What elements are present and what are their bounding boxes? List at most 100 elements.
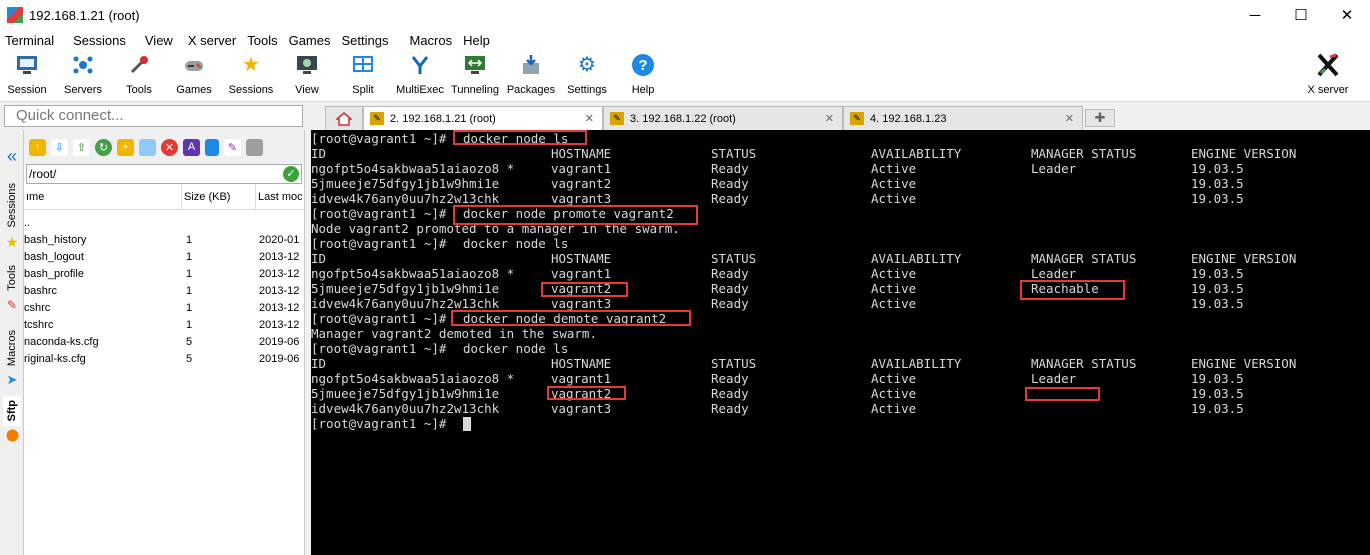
session-label: Session xyxy=(7,84,47,96)
shell-prompt: [root@vagrant1 ~]# xyxy=(311,236,447,251)
minimize-button[interactable]: ─ xyxy=(1232,0,1278,30)
menu-xserver[interactable]: X server xyxy=(183,33,242,48)
menu-terminal[interactable]: Terminal xyxy=(0,33,60,48)
file-row[interactable]: .. xyxy=(24,214,304,231)
tab-label: 4. 192.168.1.23 xyxy=(870,112,947,125)
upload-icon[interactable]: ⇧ xyxy=(73,138,90,156)
column-last-modified[interactable]: Last moc xyxy=(256,184,304,210)
servers-icon xyxy=(70,52,96,78)
terminal-follow-icon[interactable] xyxy=(246,138,263,156)
node-table-cell: STATUS xyxy=(711,251,757,266)
close-tab-icon[interactable]: ✕ xyxy=(825,112,834,125)
sftp-path-text: /root/ xyxy=(29,167,57,181)
tab-macros[interactable]: Macros xyxy=(3,326,21,371)
download-icon[interactable]: ⇩ xyxy=(51,138,68,156)
xserver-button[interactable]: X server xyxy=(1299,52,1357,96)
delete-icon[interactable]: ✕ xyxy=(161,138,178,156)
path-ok-icon[interactable]: ✓ xyxy=(283,166,299,182)
rename-icon[interactable]: A xyxy=(183,138,200,156)
quick-connect-input[interactable]: Quick connect... xyxy=(4,105,303,127)
menu-settings[interactable]: Settings xyxy=(337,33,395,48)
packages-button[interactable]: Packages xyxy=(502,52,560,96)
file-row[interactable]: cshrc 1 2013-12 xyxy=(24,299,304,316)
node-table-cell: HOSTNAME xyxy=(551,251,612,266)
terminal-area[interactable]: [root@vagrant1 ~]# docker node ls ID HOSTNA… xyxy=(311,130,1370,555)
node-table-cell: ENGINE VERSION xyxy=(1191,356,1297,371)
tab-session-2[interactable]: ✎ 2. 192.168.1.21 (root) ✕ xyxy=(363,106,603,130)
node-table-cell: Ready xyxy=(711,191,749,206)
file-row[interactable]: bashrc 1 2013-12 xyxy=(24,282,304,299)
tunneling-label: Tunneling xyxy=(451,84,499,96)
refresh-icon[interactable]: ↻ xyxy=(95,138,112,156)
settings-label: Settings xyxy=(567,84,607,96)
title-bar: 192.168.1.21 (root) ─ ☐ ✕ xyxy=(0,0,1370,30)
node-table-cell: Ready xyxy=(711,161,749,176)
new-folder-icon[interactable]: + xyxy=(117,138,134,156)
properties-icon[interactable] xyxy=(205,138,219,156)
menu-sessions[interactable]: Sessions xyxy=(68,33,132,48)
file-row[interactable]: bash_profile 1 2013-12 xyxy=(24,265,304,282)
node-table-cell: AVAILABILITY xyxy=(871,356,962,371)
tab-sftp[interactable]: Sftp xyxy=(3,396,21,426)
permissions-icon[interactable]: ✎ xyxy=(224,138,241,156)
tunneling-button[interactable]: Tunneling xyxy=(446,52,504,96)
tab-tools[interactable]: Tools xyxy=(3,260,21,295)
home-tab[interactable] xyxy=(325,106,363,130)
split-button[interactable]: Split xyxy=(334,52,392,96)
file-name: tcshrc xyxy=(24,318,54,331)
highlight-box xyxy=(453,130,587,145)
packages-icon xyxy=(518,52,544,78)
close-button[interactable]: ✕ xyxy=(1324,0,1370,30)
new-tab-button[interactable]: ✚ xyxy=(1085,109,1115,127)
file-row[interactable]: bash_history 1 2020-01 xyxy=(24,231,304,248)
menu-macros[interactable]: Macros xyxy=(404,33,458,48)
help-button[interactable]: ? Help xyxy=(614,52,672,96)
games-label: Games xyxy=(176,84,212,96)
file-row[interactable]: bash_logout 1 2013-12 xyxy=(24,248,304,265)
session-icon xyxy=(14,52,40,78)
tab-sessions[interactable]: Sessions xyxy=(3,178,21,233)
servers-button[interactable]: Servers xyxy=(54,52,112,96)
maximize-button[interactable]: ☐ xyxy=(1278,0,1324,30)
node-table-cell: Ready xyxy=(711,401,749,416)
close-tab-icon[interactable]: ✕ xyxy=(1065,112,1074,125)
shell-prompt: [root@vagrant1 ~]# xyxy=(311,206,447,221)
tools-icon: ✎ xyxy=(6,298,18,312)
sessions-button[interactable]: ★ Sessions xyxy=(222,52,280,96)
session-button[interactable]: Session xyxy=(0,52,56,96)
file-name: bashrc xyxy=(24,284,58,297)
file-size: 1 xyxy=(186,250,193,263)
split-icon xyxy=(350,52,376,78)
file-row[interactable]: riginal-ks.cfg 5 2019-06 xyxy=(24,350,304,367)
file-date: 2013-12 xyxy=(259,250,300,263)
close-tab-icon[interactable]: ✕ xyxy=(585,112,594,125)
highlight-box xyxy=(1025,387,1100,401)
tab-session-3[interactable]: ✎ 3. 192.168.1.22 (root) ✕ xyxy=(603,106,843,130)
file-row[interactable]: naconda-ks.cfg 5 2019-06 xyxy=(24,333,304,350)
menu-view[interactable]: View xyxy=(140,33,179,48)
node-table-row: 5jmueeje75dfgy1jb1w9hmi1e vagrant2 Ready Ac… xyxy=(311,281,1370,296)
menu-help[interactable]: Help xyxy=(458,33,496,48)
parent-folder-icon[interactable]: ↑ xyxy=(29,138,46,156)
node-table-cell: 19.03.5 xyxy=(1191,296,1244,311)
file-name: cshrc xyxy=(24,301,51,314)
sftp-path-input[interactable]: /root/ ✓ xyxy=(26,164,302,184)
games-button[interactable]: Games xyxy=(165,52,223,96)
file-size: 5 xyxy=(186,335,193,348)
settings-button[interactable]: ⚙ Settings xyxy=(558,52,616,96)
file-date: 2020-01 xyxy=(259,233,300,246)
node-table-row: ID HOSTNAME STATUS AVAILABILITY MANAGER STAT… xyxy=(311,146,1370,161)
tools-button[interactable]: Tools xyxy=(110,52,168,96)
node-table-cell: AVAILABILITY xyxy=(871,251,962,266)
column-size[interactable]: Size (KB) xyxy=(182,183,256,210)
multiexec-button[interactable]: MultiExec xyxy=(391,52,449,96)
tab-session-4[interactable]: ✎ 4. 192.168.1.23 ✕ xyxy=(843,106,1083,130)
menu-tools[interactable]: Tools xyxy=(242,33,283,48)
file-row[interactable]: tcshrc 1 2013-12 xyxy=(24,316,304,333)
view-button[interactable]: View xyxy=(278,52,336,96)
column-name[interactable]: ıme xyxy=(24,183,182,210)
new-file-icon[interactable] xyxy=(139,138,156,156)
shell-prompt: [root@vagrant1 ~]# xyxy=(311,416,447,431)
collapse-panel-icon[interactable]: « xyxy=(3,144,21,168)
menu-games[interactable]: Games xyxy=(284,33,337,48)
